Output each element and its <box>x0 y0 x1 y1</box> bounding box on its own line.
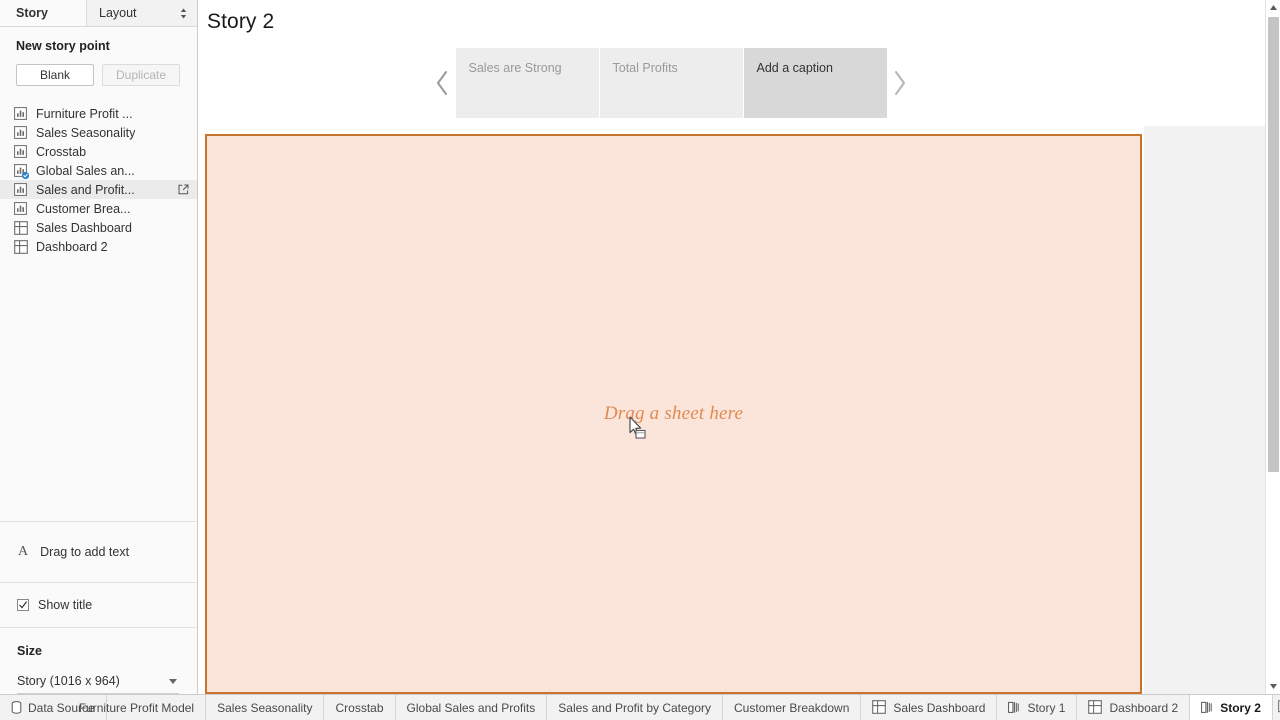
scrollbar-thumb[interactable] <box>1268 17 1279 472</box>
database-icon <box>11 701 22 714</box>
drag-to-add-text-label: Drag to add text <box>40 545 130 559</box>
dashboard-icon <box>14 239 28 254</box>
worksheet-icon <box>14 106 28 121</box>
dashboard-icon <box>1088 700 1103 715</box>
blank-button[interactable]: Blank <box>16 64 94 86</box>
sheet-tab[interactable]: Story 2 <box>1190 695 1273 720</box>
sheet-tab-label: Furniture Profit Model <box>78 700 195 715</box>
sidebar-tab-strip: Story Layout <box>0 0 197 27</box>
dashboard-icon <box>872 700 887 715</box>
sheet-tab[interactable]: Dashboard 2 <box>1077 695 1191 720</box>
story-icon <box>1201 701 1214 714</box>
sheet-tab-label: Global Sales and Profits <box>406 700 536 715</box>
dropzone-label: Drag a sheet here <box>603 403 744 424</box>
story-caption-strip: Sales are Strong Total Profits Add a capti… <box>455 48 887 118</box>
sheet-list-item[interactable]: Customer Brea... <box>0 199 197 218</box>
worksheet-used-icon <box>14 163 29 179</box>
show-title-checkbox[interactable] <box>17 599 29 611</box>
sheet-dropzone[interactable]: Drag a sheet here <box>205 134 1142 694</box>
story-main-area: Story 2 Sales are Strong Total Profits Add… <box>199 0 1280 694</box>
new-story-point-buttons: Blank Duplicate <box>16 64 181 86</box>
sheet-tab[interactable]: Furniture Profit Model <box>78 695 207 720</box>
show-title-row[interactable]: Show title <box>0 583 197 627</box>
sheet-tab[interactable]: Sales Dashboard <box>861 695 998 720</box>
sheet-list-item-label: Sales Dashboard <box>36 220 132 235</box>
sheet-list-item[interactable]: Furniture Profit ... <box>0 104 197 123</box>
worksheet-icon <box>14 201 28 216</box>
new-story-point-title: New story point <box>16 39 110 53</box>
sheet-list: Furniture Profit ... Sales Seasonality Cro… <box>0 104 197 522</box>
worksheet-icon <box>14 125 28 140</box>
sheet-tab-label: Sales Seasonality <box>217 700 313 715</box>
size-title: Size <box>17 644 43 658</box>
vertical-scrollbar[interactable] <box>1265 0 1280 694</box>
story-point-navigator: Sales are Strong Total Profits Add a capti… <box>430 48 912 118</box>
story-point-caption[interactable]: Total Profits <box>599 48 743 118</box>
sheet-list-item[interactable]: Sales Seasonality <box>0 123 197 142</box>
show-title-label: Show title <box>38 598 93 612</box>
tab-story-label: Story <box>16 6 48 20</box>
prev-story-point-button[interactable] <box>430 48 456 118</box>
sheet-list-item[interactable]: Crosstab <box>0 142 197 161</box>
page-title: Story 2 <box>207 10 275 33</box>
story-icon <box>1008 701 1021 714</box>
sheet-tab-label: Dashboard 2 <box>1109 700 1179 715</box>
tab-layout[interactable]: Layout <box>86 0 197 26</box>
sheet-tab-label: Customer Breakdown <box>734 700 850 715</box>
show-title-panel: Show title <box>0 583 197 628</box>
sheet-tab-bar: Data Source Furniture Profit Model Sales S… <box>0 694 1280 720</box>
worksheet-icon <box>14 144 28 159</box>
scroll-up-button[interactable] <box>1266 0 1280 15</box>
sheet-list-item-label: Furniture Profit ... <box>36 106 133 121</box>
story-sidebar: Story Layout New story point Blank Dupli… <box>0 0 198 694</box>
stepper-icon <box>180 8 189 19</box>
sheet-list-item[interactable]: Global Sales an... <box>0 161 197 180</box>
sheet-tab-label: Sales Dashboard <box>893 700 986 715</box>
size-dropdown[interactable]: Story (1016 x 964) <box>17 674 179 694</box>
sheet-list-item-label: Global Sales an... <box>36 163 135 178</box>
tab-layout-label: Layout <box>99 6 137 20</box>
sheet-tab[interactable]: Story 1 <box>997 695 1078 720</box>
sheet-list-item-label: Crosstab <box>36 144 87 159</box>
chevron-down-icon <box>169 678 177 684</box>
sheet-list-item-label: Sales and Profit... <box>36 182 135 197</box>
drag-text-panel: A Drag to add text <box>0 522 197 583</box>
open-sheet-icon[interactable] <box>178 184 189 195</box>
text-a-icon: A <box>18 544 29 559</box>
size-panel: Size Story (1016 x 964) <box>0 628 197 694</box>
worksheet-icon <box>14 182 28 197</box>
drag-to-add-text-item[interactable]: A Drag to add text <box>0 522 197 582</box>
sheet-tab[interactable]: Crosstab <box>324 695 396 720</box>
scroll-down-button[interactable] <box>1266 679 1280 694</box>
dashboard-icon <box>14 220 28 235</box>
sheet-tab-label: Crosstab <box>335 700 384 715</box>
sheet-tab[interactable]: Customer Breakdown <box>723 695 862 720</box>
sheet-list-item[interactable]: Sales Dashboard <box>0 218 197 237</box>
sheet-tab-label: Story 2 <box>1220 700 1261 715</box>
story-canvas-gutter: Drag a sheet here <box>199 126 1280 694</box>
sheet-list-item[interactable]: Dashboard 2 <box>0 237 197 256</box>
scrollbar-track[interactable] <box>1266 15 1280 679</box>
tab-story[interactable]: Story <box>0 0 86 26</box>
sheet-list-item-label: Customer Brea... <box>36 201 131 216</box>
tableau-story-window: Story Layout New story point Blank Dupli… <box>0 0 1280 720</box>
sheet-list-item-label: Dashboard 2 <box>36 239 108 254</box>
next-story-point-button[interactable] <box>887 48 913 118</box>
size-dropdown-value: Story (1016 x 964) <box>17 674 120 688</box>
duplicate-button[interactable]: Duplicate <box>102 64 180 86</box>
sheet-tab[interactable]: Global Sales and Profits <box>396 695 548 720</box>
sheet-tab-label: Story 1 <box>1027 700 1066 715</box>
sheet-list-item-label: Sales Seasonality <box>36 125 136 140</box>
new-story-point-section: New story point Blank Duplicate <box>0 27 197 86</box>
sheet-tab[interactable]: Sales and Profit by Category <box>547 695 724 720</box>
new-worksheet-button[interactable] <box>1273 695 1280 720</box>
story-point-caption[interactable]: Sales are Strong <box>455 48 599 118</box>
sheet-tab[interactable]: Sales Seasonality <box>206 695 325 720</box>
story-point-caption[interactable]: Add a caption <box>743 48 887 118</box>
sheet-tab-label: Sales and Profit by Category <box>558 700 712 715</box>
story-canvas: Drag a sheet here <box>199 126 1144 694</box>
sheet-list-item[interactable]: Sales and Profit... <box>0 180 197 199</box>
